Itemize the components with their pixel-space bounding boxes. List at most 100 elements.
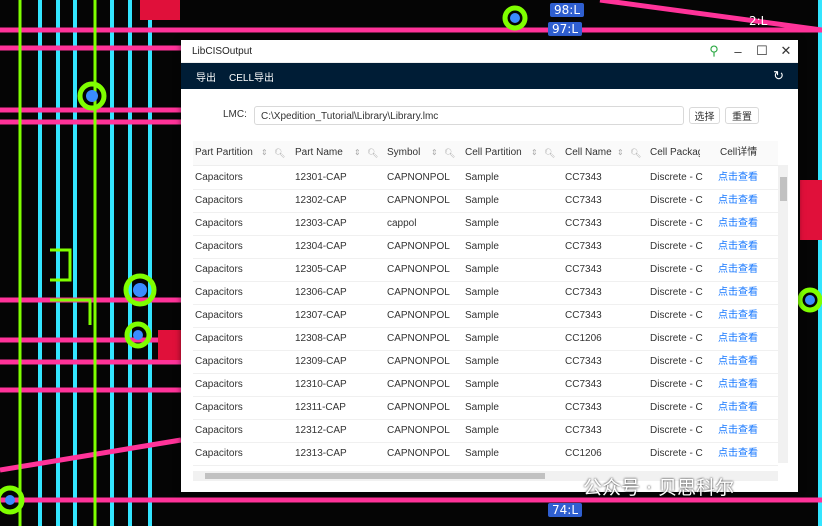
maximize-button[interactable]: ☐	[750, 40, 774, 62]
cell-cell-package: Discrete - C	[650, 287, 703, 298]
table-row[interactable]: Capacitors 12306-CAP CAPNONPOL Sample CC7343…	[193, 281, 778, 305]
cell-part-partition: Capacitors	[195, 218, 243, 229]
minimize-button[interactable]: –	[726, 40, 750, 62]
refresh-icon[interactable]: ↻	[773, 68, 784, 84]
filter-icon[interactable]: 🔍︎	[544, 141, 555, 165]
table-row[interactable]: Capacitors 12304-CAP CAPNONPOL Sample CC7343…	[193, 235, 778, 259]
cell-cell-package: Discrete - C	[650, 195, 703, 206]
filter-icon[interactable]: 🔍︎	[274, 141, 285, 165]
sort-icon[interactable]: ⇕	[354, 141, 361, 165]
lmc-label: LMC:	[223, 109, 247, 120]
view-detail-link[interactable]: 点击查看	[718, 327, 773, 350]
cell-cell-partition: Sample	[465, 264, 499, 275]
table-row[interactable]: Capacitors 12302-CAP CAPNONPOL Sample CC7343…	[193, 189, 778, 213]
vertical-scrollbar[interactable]	[778, 165, 788, 463]
select-button[interactable]: 选择	[689, 107, 720, 124]
table-row[interactable]: Capacitors 12305-CAP CAPNONPOL Sample CC7343…	[193, 258, 778, 282]
cell-cell-package: Discrete - C	[650, 172, 703, 183]
sort-icon[interactable]: ⇕	[531, 141, 538, 165]
table-row[interactable]: Capacitors 12311-CAP CAPNONPOL Sample CC7343…	[193, 396, 778, 420]
cell-symbol: CAPNONPOL	[387, 333, 450, 344]
close-button[interactable]: ✕	[774, 40, 798, 62]
pcb-net-label: 74:L	[548, 503, 582, 517]
cell-cell-partition: Sample	[465, 356, 499, 367]
cell-cell-partition: Sample	[465, 379, 499, 390]
filter-icon[interactable]: 🔍︎	[444, 141, 455, 165]
cell-cell-name: CC7343	[565, 287, 602, 298]
cell-part-name: 12313-CAP	[295, 448, 347, 459]
sort-icon[interactable]: ⇕	[617, 141, 624, 165]
cell-cell-name: CC7343	[565, 356, 602, 367]
view-detail-link[interactable]: 点击查看	[718, 396, 773, 419]
cell-part-name: 12311-CAP	[295, 402, 346, 413]
cell-part-partition: Capacitors	[195, 448, 243, 459]
pin-icon[interactable]: ⚲	[702, 40, 726, 62]
header-cell-partition[interactable]: Cell Partition	[465, 141, 527, 165]
cell-cell-partition: Sample	[465, 425, 499, 436]
cell-cell-package: Discrete - C	[650, 333, 703, 344]
cell-cell-package: Discrete - C	[650, 448, 703, 459]
header-cell-package[interactable]: Cell Package	[650, 141, 700, 165]
header-cell-name[interactable]: Cell Name	[565, 141, 613, 165]
cell-part-partition: Capacitors	[195, 195, 243, 206]
table-row[interactable]: Capacitors 12312-CAP CAPNONPOL Sample CC7343…	[193, 419, 778, 443]
lmc-path-input[interactable]: C:\Xpedition_Tutorial\Library\Library.lm…	[254, 106, 684, 125]
cell-cell-partition: Sample	[465, 172, 499, 183]
cell-part-name: 12308-CAP	[295, 333, 347, 344]
table-row[interactable]: Capacitors 12303-CAP cappol Sample CC7343 Dis…	[193, 212, 778, 236]
cell-symbol: CAPNONPOL	[387, 195, 450, 206]
cell-symbol: CAPNONPOL	[387, 402, 450, 413]
cell-symbol: CAPNONPOL	[387, 425, 450, 436]
table-row[interactable]: Capacitors 12309-CAP CAPNONPOL Sample CC7343…	[193, 350, 778, 374]
cell-cell-partition: Sample	[465, 448, 499, 459]
cell-part-partition: Capacitors	[195, 241, 243, 252]
cell-cell-name: CC7343	[565, 379, 602, 390]
filter-icon[interactable]: 🔍︎	[630, 141, 641, 165]
header-symbol[interactable]: Symbol	[387, 141, 427, 165]
view-detail-link[interactable]: 点击查看	[718, 419, 773, 442]
cell-cell-package: Discrete - C	[650, 356, 703, 367]
reset-button[interactable]: 重置	[725, 107, 759, 124]
cell-part-name: 12303-CAP	[295, 218, 347, 229]
table-row[interactable]: Capacitors 12310-CAP CAPNONPOL Sample CC7343…	[193, 373, 778, 397]
menu-cell-export[interactable]: CELL导出	[229, 69, 274, 84]
view-detail-link[interactable]: 点击查看	[718, 442, 773, 465]
cell-cell-name: CC1206	[565, 448, 602, 459]
cell-symbol: CAPNONPOL	[387, 287, 450, 298]
sort-icon[interactable]: ⇕	[261, 141, 268, 165]
filter-icon[interactable]: 🔍︎	[367, 141, 378, 165]
cell-part-partition: Capacitors	[195, 264, 243, 275]
table-row[interactable]: Capacitors 12313-CAP CAPNONPOL Sample CC1206…	[193, 442, 778, 466]
cell-cell-package: Discrete - C	[650, 425, 703, 436]
cell-symbol: CAPNONPOL	[387, 448, 450, 459]
horizontal-scroll-thumb[interactable]	[205, 473, 545, 479]
cell-cell-partition: Sample	[465, 241, 499, 252]
cell-part-name: 12310-CAP	[295, 379, 347, 390]
cell-cell-package: Discrete - C	[650, 402, 703, 413]
header-cell-detail: Cell详情	[720, 147, 758, 158]
view-detail-link[interactable]: 点击查看	[718, 258, 773, 281]
menu-bar: 导出 CELL导出 ↻	[181, 63, 798, 89]
view-detail-link[interactable]: 点击查看	[718, 373, 773, 396]
table-row[interactable]: Capacitors 12308-CAP CAPNONPOL Sample CC1206…	[193, 327, 778, 351]
cell-part-partition: Capacitors	[195, 379, 243, 390]
view-detail-link[interactable]: 点击查看	[718, 212, 773, 235]
menu-export[interactable]: 导出	[196, 69, 216, 84]
view-detail-link[interactable]: 点击查看	[718, 281, 773, 304]
cell-part-partition: Capacitors	[195, 287, 243, 298]
table-header: Part Partition ⇕ 🔍︎ Part Name ⇕ 🔍︎ Symbo…	[193, 141, 778, 166]
sort-icon[interactable]: ⇕	[431, 141, 438, 165]
table-row[interactable]: Capacitors 12301-CAP CAPNONPOL Sample CC7343…	[193, 166, 778, 190]
view-detail-link[interactable]: 点击查看	[718, 350, 773, 373]
cell-part-partition: Capacitors	[195, 333, 243, 344]
view-detail-link[interactable]: 点击查看	[718, 304, 773, 327]
vertical-scroll-thumb[interactable]	[780, 177, 787, 201]
cell-cell-package: Discrete - C	[650, 310, 703, 321]
view-detail-link[interactable]: 点击查看	[718, 166, 773, 189]
table-row[interactable]: Capacitors 12307-CAP CAPNONPOL Sample CC7343…	[193, 304, 778, 328]
header-part-name[interactable]: Part Name	[295, 141, 351, 165]
view-detail-link[interactable]: 点击查看	[718, 189, 773, 212]
cell-cell-partition: Sample	[465, 218, 499, 229]
header-part-partition[interactable]: Part Partition	[195, 141, 255, 165]
view-detail-link[interactable]: 点击查看	[718, 235, 773, 258]
